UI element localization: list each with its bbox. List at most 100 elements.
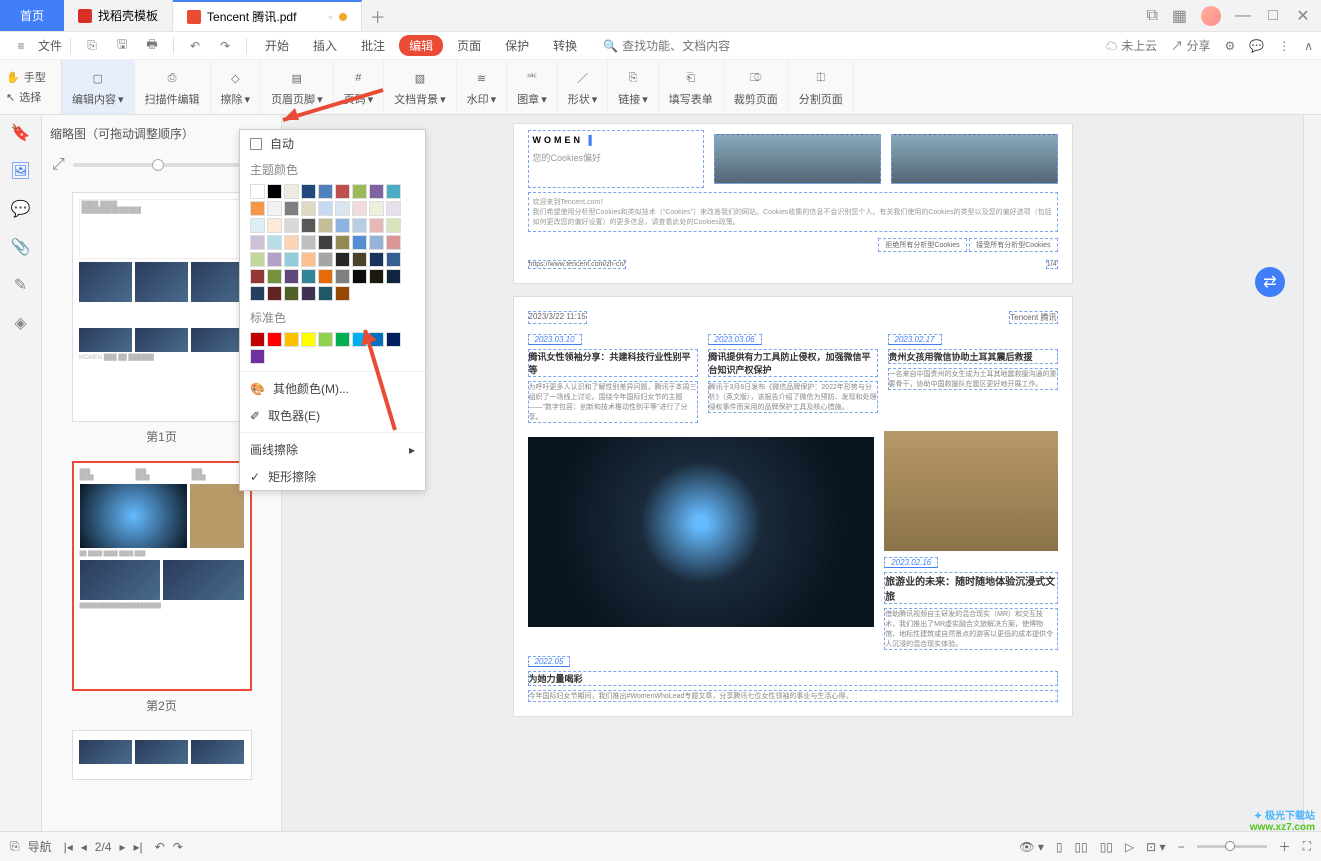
color-swatch[interactable] bbox=[335, 332, 350, 347]
menu-edit[interactable]: 编辑 bbox=[399, 35, 443, 56]
play-icon[interactable]: ▷ bbox=[1125, 840, 1134, 854]
color-swatch[interactable] bbox=[267, 218, 282, 233]
nav-label[interactable]: 导航 bbox=[28, 838, 52, 855]
fit-icon[interactable]: ⊡ ▾ bbox=[1146, 840, 1165, 854]
color-swatch[interactable] bbox=[318, 201, 333, 216]
rotate-right-icon[interactable]: ↷ bbox=[173, 840, 183, 854]
feedback-icon[interactable]: 💬 bbox=[1249, 39, 1264, 53]
eyedropper-option[interactable]: ✐取色器(E) bbox=[240, 402, 425, 429]
color-swatch[interactable] bbox=[301, 252, 316, 267]
first-page-icon[interactable]: |◂ bbox=[64, 840, 73, 854]
menu-page[interactable]: 页面 bbox=[447, 37, 491, 54]
thumbnail-3[interactable] bbox=[72, 730, 252, 780]
color-swatch[interactable] bbox=[352, 218, 367, 233]
color-swatch[interactable] bbox=[318, 235, 333, 250]
color-swatch[interactable] bbox=[284, 235, 299, 250]
color-swatch[interactable] bbox=[318, 332, 333, 347]
color-swatch[interactable] bbox=[250, 269, 265, 284]
last-page-icon[interactable]: ▸| bbox=[134, 840, 143, 854]
color-swatch[interactable] bbox=[335, 218, 350, 233]
color-swatch[interactable] bbox=[267, 286, 282, 301]
search-input[interactable] bbox=[622, 39, 752, 53]
tab-home[interactable]: 首页 bbox=[0, 0, 64, 31]
save-icon[interactable]: 🖫 bbox=[109, 35, 135, 56]
thumbnail-icon[interactable]: 🖼 bbox=[11, 161, 31, 181]
color-swatch[interactable] bbox=[284, 286, 299, 301]
bookmark-icon[interactable]: 🔖 bbox=[11, 123, 31, 143]
line-erase-option[interactable]: 画线擦除▸ bbox=[240, 436, 425, 463]
color-swatch[interactable] bbox=[267, 184, 282, 199]
add-tab-button[interactable]: ＋ bbox=[362, 0, 394, 31]
color-swatch[interactable] bbox=[267, 201, 282, 216]
color-swatch[interactable] bbox=[386, 269, 401, 284]
auto-color-option[interactable]: 自动 bbox=[240, 130, 425, 157]
color-swatch[interactable] bbox=[335, 235, 350, 250]
close-button[interactable]: ✕ bbox=[1295, 6, 1311, 26]
color-swatch[interactable] bbox=[250, 218, 265, 233]
watermark-button[interactable]: ≋水印▾ bbox=[457, 60, 508, 114]
doc-bg-button[interactable]: ▨文档背景▾ bbox=[384, 60, 457, 114]
zoom-in-icon[interactable]: ＋ bbox=[1279, 838, 1291, 855]
hamburger-icon[interactable]: ≡ bbox=[8, 39, 34, 53]
color-swatch[interactable] bbox=[386, 332, 401, 347]
comment-icon[interactable]: 💬 bbox=[11, 199, 31, 219]
color-swatch[interactable] bbox=[284, 332, 299, 347]
form-button[interactable]: ⎗填写表单 bbox=[659, 60, 724, 114]
color-swatch[interactable] bbox=[352, 201, 367, 216]
broadcast-icon[interactable]: ▫ bbox=[328, 10, 332, 24]
avatar[interactable] bbox=[1201, 6, 1221, 26]
color-swatch[interactable] bbox=[250, 349, 265, 364]
thumbnail-1[interactable]: ████ ██████████████████ WOMEN ███ ██ ███… bbox=[72, 192, 252, 451]
color-swatch[interactable] bbox=[301, 269, 316, 284]
color-swatch[interactable] bbox=[250, 235, 265, 250]
right-scrollbar[interactable] bbox=[1303, 115, 1321, 831]
color-swatch[interactable] bbox=[267, 269, 282, 284]
collapse-icon[interactable]: ∧ bbox=[1304, 39, 1313, 53]
color-swatch[interactable] bbox=[301, 286, 316, 301]
color-swatch[interactable] bbox=[386, 235, 401, 250]
shape-button[interactable]: ／形状▾ bbox=[558, 60, 609, 114]
tab-templates[interactable]: 找稻壳模板 bbox=[64, 0, 173, 31]
color-swatch[interactable] bbox=[301, 332, 316, 347]
color-swatch[interactable] bbox=[369, 218, 384, 233]
zoom-slider[interactable] bbox=[1197, 845, 1267, 848]
color-swatch[interactable] bbox=[250, 201, 265, 216]
color-swatch[interactable] bbox=[284, 218, 299, 233]
color-swatch[interactable] bbox=[284, 184, 299, 199]
facing-icon[interactable]: ▯▯ bbox=[1100, 840, 1113, 854]
color-swatch[interactable] bbox=[250, 184, 265, 199]
color-swatch[interactable] bbox=[369, 235, 384, 250]
erase-button[interactable]: ◇擦除▾ bbox=[211, 60, 262, 114]
redo-icon[interactable]: ↷ bbox=[212, 39, 238, 53]
color-swatch[interactable] bbox=[335, 269, 350, 284]
color-swatch[interactable] bbox=[369, 252, 384, 267]
minimize-button[interactable]: — bbox=[1235, 7, 1251, 25]
more-icon[interactable]: ⋮ bbox=[1278, 39, 1290, 53]
stamp-button[interactable]: ⎃图章▾ bbox=[507, 60, 558, 114]
menu-insert[interactable]: 插入 bbox=[303, 37, 347, 54]
apps-icon[interactable]: ▦ bbox=[1172, 6, 1187, 26]
color-swatch[interactable] bbox=[352, 269, 367, 284]
menu-start[interactable]: 开始 bbox=[255, 37, 299, 54]
print-icon[interactable]: 🖶 bbox=[139, 35, 165, 56]
color-swatch[interactable] bbox=[267, 235, 282, 250]
thumbnail-2[interactable]: █████████████████████ ██ ████ ████ ████ … bbox=[72, 461, 252, 720]
scan-edit-button[interactable]: ⎙扫描件编辑 bbox=[135, 60, 211, 114]
color-swatch[interactable] bbox=[386, 201, 401, 216]
color-swatch[interactable] bbox=[335, 201, 350, 216]
page-number-button[interactable]: #页码▾ bbox=[334, 60, 385, 114]
color-swatch[interactable] bbox=[335, 252, 350, 267]
color-swatch[interactable] bbox=[267, 252, 282, 267]
page-counter[interactable]: 2/4 bbox=[95, 840, 112, 854]
color-swatch[interactable] bbox=[318, 218, 333, 233]
color-swatch[interactable] bbox=[284, 201, 299, 216]
menu-annotate[interactable]: 批注 bbox=[351, 37, 395, 54]
color-swatch[interactable] bbox=[335, 286, 350, 301]
menu-convert[interactable]: 转换 bbox=[543, 37, 587, 54]
color-swatch[interactable] bbox=[335, 184, 350, 199]
undo-icon[interactable]: ↶ bbox=[182, 39, 208, 53]
select-tool[interactable]: ↖选择 bbox=[0, 87, 61, 107]
layout-icon[interactable]: ⧉ bbox=[1146, 7, 1157, 25]
next-page-icon[interactable]: ▸ bbox=[119, 840, 125, 854]
hand-tool[interactable]: ✋手型 bbox=[0, 67, 61, 87]
